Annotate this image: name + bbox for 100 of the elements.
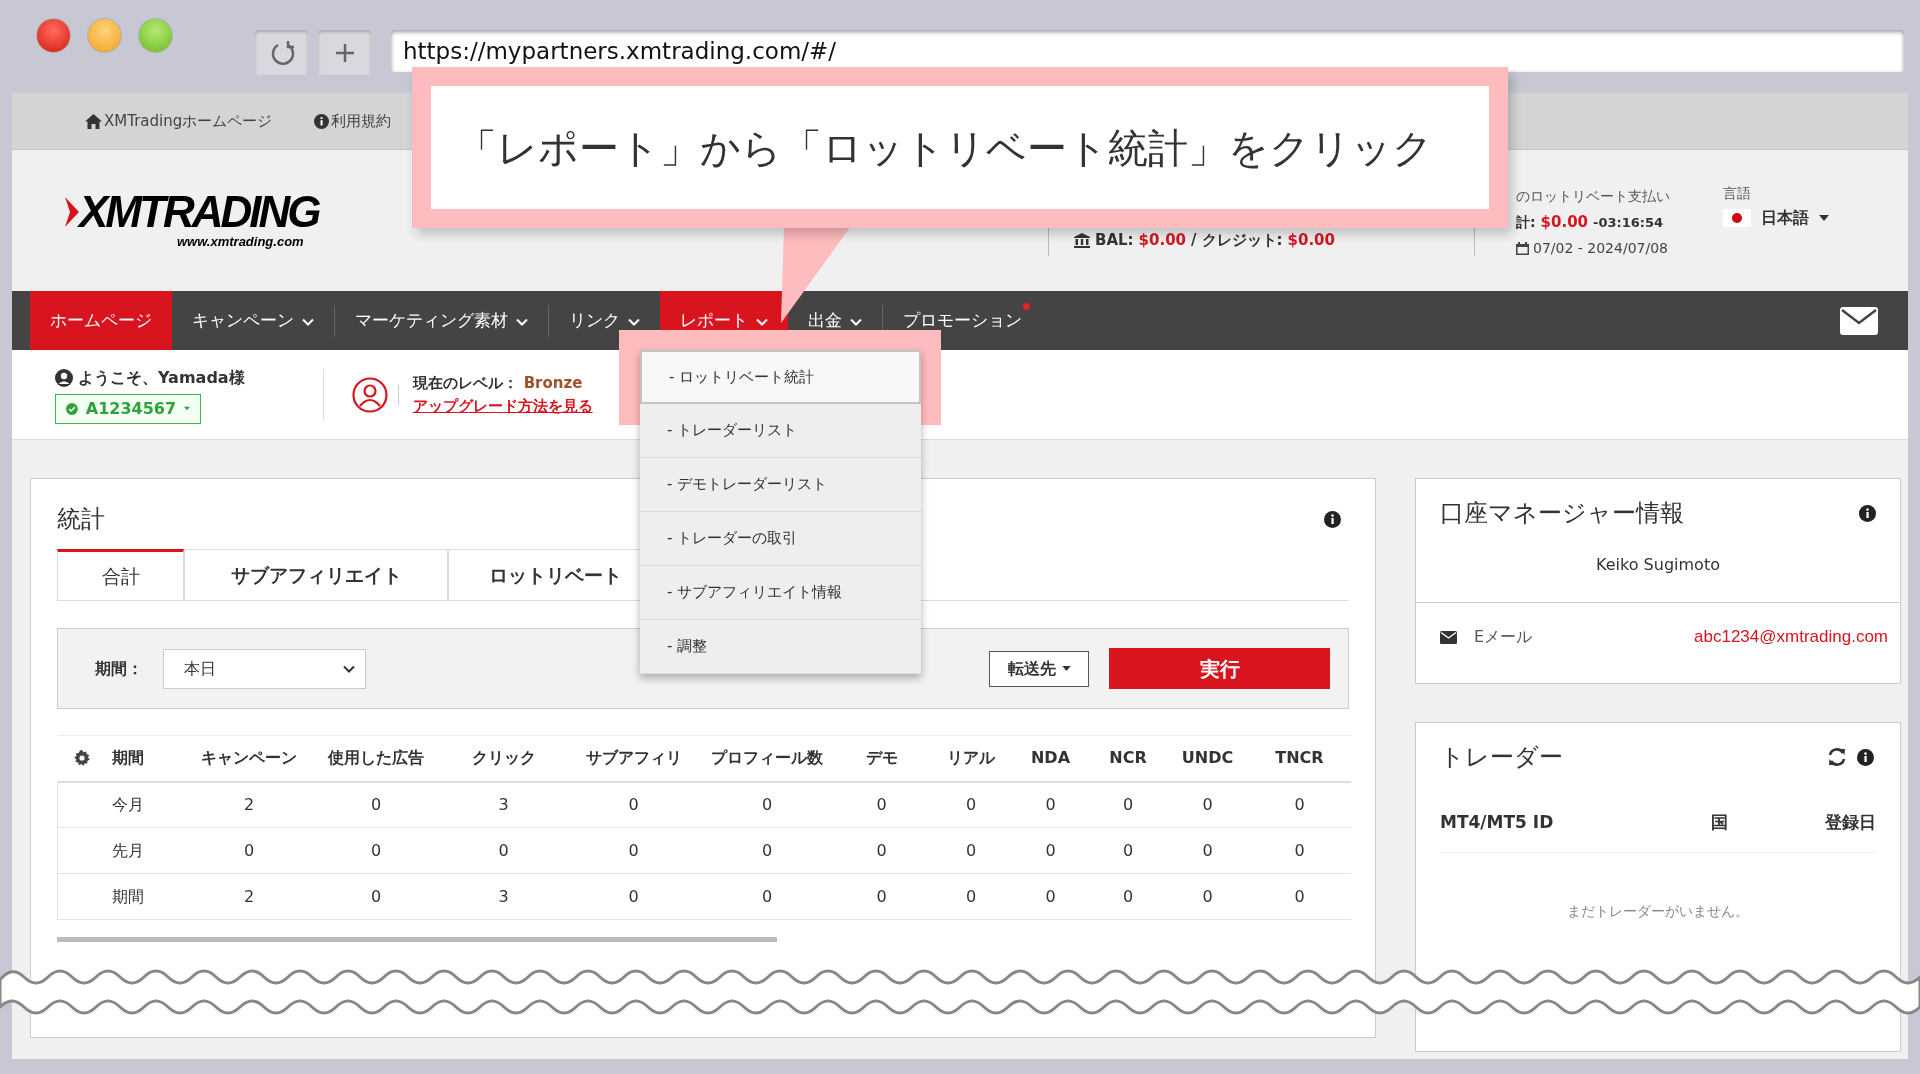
table-cell: 0 <box>310 827 442 874</box>
nav-item[interactable]: マーケティング素材 <box>335 291 548 350</box>
card-title: 口座マネージャー情報 <box>1440 498 1684 529</box>
home-icon <box>85 113 102 129</box>
table-cell: 0 <box>441 827 566 874</box>
table-cell: 3 <box>441 781 566 828</box>
chevron-down-icon <box>850 318 862 326</box>
table-cell: 0 <box>1166 827 1249 874</box>
transfer-button[interactable]: 転送先 <box>989 650 1089 687</box>
table-cell: 期間 <box>105 873 188 920</box>
refresh-icon[interactable] <box>1827 747 1847 767</box>
table-cell: 2 <box>187 781 311 828</box>
column-header: TNCR <box>1248 735 1351 782</box>
menu-item[interactable]: - トレーダーリスト <box>640 404 921 458</box>
credit-label: クレジット: <box>1201 230 1283 252</box>
column-header: NCR <box>1089 735 1167 782</box>
logo-wordmark: XMTRADING <box>79 190 319 234</box>
chevron-down-icon <box>343 664 355 673</box>
card-title: 統計 <box>57 504 105 535</box>
callout-text: 「レポート」から「ロットリベート統計」をクリック <box>431 86 1489 209</box>
table-cell: 2 <box>187 873 311 920</box>
email-link[interactable]: abc1234@xmtrading.com <box>1694 624 1888 650</box>
credit-value: $0.00 <box>1287 230 1335 252</box>
level-value: Bronze <box>523 373 583 394</box>
address-bar[interactable]: https://mypartners.xmtrading.com/#/ <box>391 30 1904 72</box>
close-window-button[interactable] <box>36 18 71 53</box>
info-icon <box>314 113 330 129</box>
countdown: -03:16:54 <box>1593 214 1664 232</box>
info-icon[interactable] <box>1324 510 1341 528</box>
table-cell: 0 <box>1248 827 1351 874</box>
column-header: MT4/MT5 ID <box>1440 811 1554 834</box>
rebate-title: のロットリベート支払い <box>1516 187 1670 206</box>
user-circle-icon <box>351 376 388 413</box>
stats-tab[interactable]: サブアフィリエイト <box>184 549 448 600</box>
balance-label: BAL: <box>1095 230 1134 252</box>
level-label: 現在のレベル： <box>412 373 518 394</box>
new-tab-button[interactable] <box>318 30 371 75</box>
chevron-down-icon <box>516 318 528 326</box>
info-icon[interactable] <box>1857 748 1874 766</box>
column-header: 期間 <box>105 735 188 782</box>
email-label: Eメール <box>1474 626 1533 648</box>
top-link[interactable]: 利用規約 <box>314 109 392 133</box>
table-cell: 0 <box>1248 873 1351 920</box>
table-cell: 0 <box>565 873 702 920</box>
column-header: UNDC <box>1166 735 1249 782</box>
empty-message: まだトレーダーがいません。 <box>1566 901 1750 921</box>
chevron-down-icon <box>628 318 640 326</box>
menu-item[interactable]: - サブアフィリエイト情報 <box>640 566 921 620</box>
menu-item[interactable]: - トレーダーの取引 <box>640 512 921 566</box>
table-cell: 0 <box>701 873 833 920</box>
column-header: NDA <box>1011 735 1090 782</box>
table-cell: 0 <box>1248 781 1351 828</box>
column-header: 使用した広告 <box>310 735 442 782</box>
balance-value: $0.00 <box>1138 230 1187 252</box>
check-circle-icon <box>66 400 78 417</box>
column-header: クリック <box>441 735 566 782</box>
user-icon <box>55 368 73 387</box>
table-cell: 0 <box>310 781 442 828</box>
settings-icon[interactable] <box>73 750 90 767</box>
table-cell: 0 <box>1089 781 1167 828</box>
table-cell: 0 <box>930 781 1012 828</box>
table-cell: 0 <box>1166 873 1249 920</box>
separator: / <box>1191 230 1197 252</box>
run-button[interactable]: 実行 <box>1109 648 1330 689</box>
menu-item[interactable]: - 調整 <box>640 620 921 674</box>
japan-flag-icon <box>1723 209 1751 227</box>
table-cell: 0 <box>310 873 442 920</box>
calendar-icon <box>1516 241 1529 255</box>
table-cell: 0 <box>187 827 311 874</box>
table-cell: 0 <box>930 873 1012 920</box>
table-cell: 0 <box>1089 873 1167 920</box>
total-value: $0.00 <box>1540 212 1589 233</box>
reload-button[interactable] <box>255 30 308 75</box>
menu-item[interactable]: - デモトレーダーリスト <box>640 458 921 512</box>
top-link[interactable]: XMTradingホームページ <box>85 109 273 133</box>
table-cell: 先月 <box>105 827 188 874</box>
language-selector[interactable]: 日本語 <box>1723 206 1908 230</box>
date-range: 07/02 - 2024/07/08 <box>1533 238 1668 258</box>
table-cell: 今月 <box>105 781 188 828</box>
envelope-icon[interactable] <box>1840 306 1878 335</box>
upgrade-link[interactable]: アップグレード方法を見る <box>412 394 593 417</box>
envelope-icon <box>1440 630 1457 644</box>
plus-icon <box>333 41 356 64</box>
chevron-down-icon <box>302 318 314 326</box>
menu-item[interactable]: - ロットリベート統計 <box>640 350 921 404</box>
caret-icon <box>1061 666 1071 671</box>
caret-icon <box>1819 215 1829 221</box>
info-icon[interactable] <box>1859 504 1876 522</box>
column-header: プロフィール数 <box>701 735 833 782</box>
table-cell: 0 <box>1011 781 1090 828</box>
period-label: 期間： <box>95 657 143 680</box>
welcome-text: ようこそ、Yamada様 <box>78 366 245 389</box>
period-select[interactable]: 本日 <box>163 648 366 689</box>
nav-item[interactable]: ホームページ <box>30 291 172 350</box>
table-cell: 0 <box>1089 827 1167 874</box>
logo-url: www.xmtrading.com <box>176 233 305 251</box>
nav-item[interactable]: キャンペーン <box>172 291 334 350</box>
chevron-down-icon <box>756 318 768 326</box>
table-cell: 0 <box>832 827 931 874</box>
column-header: キャンペーン <box>187 735 311 782</box>
